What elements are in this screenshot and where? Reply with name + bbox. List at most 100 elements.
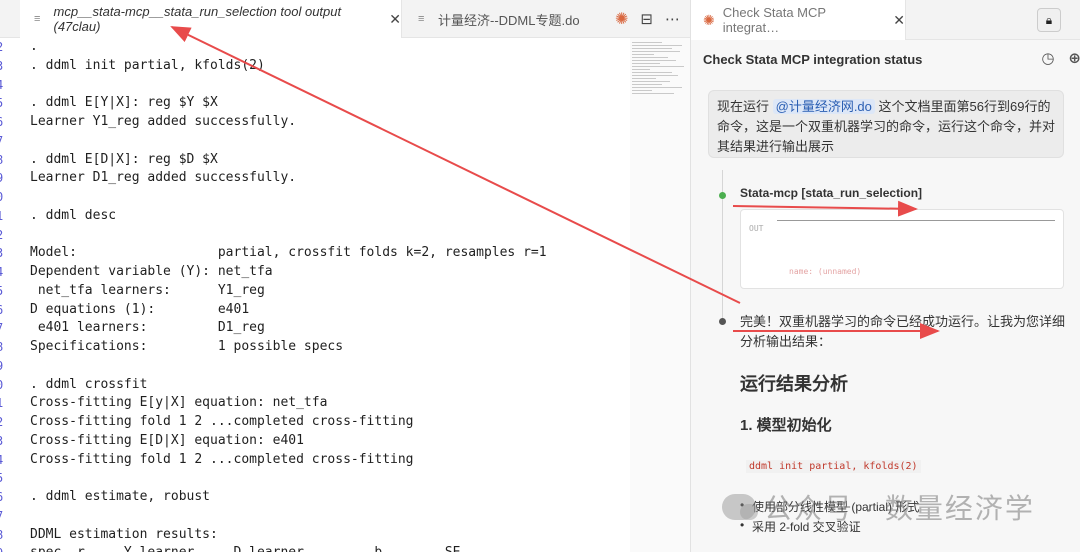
code-line: 5 . ddml E[Y|X]: reg $Y $X xyxy=(0,94,630,113)
line-number: 2 xyxy=(0,38,8,57)
file-lines-icon: ≡ xyxy=(418,13,425,25)
new-chat-icon[interactable]: ⊕ xyxy=(1068,49,1080,67)
code-line: 4 Cross-fitting fold 1 2 ...completed cro… xyxy=(0,451,630,470)
line-number: 6 xyxy=(0,301,8,320)
line-number: 3 xyxy=(0,57,8,76)
claude-spark-icon: ✺ xyxy=(703,11,715,28)
out-label: OUT xyxy=(749,224,764,233)
minimap-line xyxy=(632,54,654,55)
code-line: 3 . ddml init partial, kfolds(2) xyxy=(0,57,630,76)
tab-label: mcp__stata-mcp__stata_run_selection tool… xyxy=(53,4,342,34)
tab-do-file[interactable]: ≡ 计量经济--DDML专题.do xyxy=(404,0,594,38)
file-lines-icon: ≡ xyxy=(34,13,41,25)
line-number: 3 xyxy=(0,432,8,451)
line-text: DDML estimation results: xyxy=(30,526,218,542)
line-number: 2 xyxy=(0,413,8,432)
tab-tool-output[interactable]: ≡ mcp__stata-mcp__stata_run_selection to… xyxy=(20,0,402,38)
code-line: 6 . ddml estimate, robust xyxy=(0,488,630,507)
minimap-line xyxy=(632,57,668,58)
tool-output-box[interactable]: OUT name: (unnamed) xyxy=(740,209,1064,289)
minimap-line xyxy=(632,63,660,64)
minimap-line xyxy=(632,42,662,43)
code-line: 9 xyxy=(0,357,630,376)
user-message-text: 现在运行 xyxy=(717,99,773,114)
line-number: 7 xyxy=(0,319,8,338)
line-number: 2 xyxy=(0,226,8,245)
line-number: 0 xyxy=(0,376,8,395)
line-number: 8 xyxy=(0,526,8,545)
tab-label: 计量经济--DDML专题.do xyxy=(438,12,580,28)
line-text: . ddml init partial, kfolds(2) xyxy=(30,57,265,73)
code-line: 0 xyxy=(0,188,630,207)
line-text: Cross-fitting E[D|X] equation: e401 xyxy=(30,432,304,448)
lock-icon[interactable]: 🔒︎ xyxy=(1037,8,1061,32)
inline-code: ddml init partial, kfolds(2) xyxy=(746,460,921,473)
close-icon[interactable]: ✕ xyxy=(389,11,401,28)
line-text: . ddml estimate, robust xyxy=(30,489,211,504)
line-number: 8 xyxy=(0,151,8,170)
claude-spark-icon[interactable]: ✺ xyxy=(615,9,628,29)
faded-output-text: name: (unnamed) xyxy=(789,267,862,276)
section-heading: 运行结果分析 xyxy=(740,374,848,394)
code-line: 2. xyxy=(0,38,630,57)
tool-call-name[interactable]: Stata-mcp [stata_run_selection] xyxy=(740,186,922,200)
line-text: D equations (1): e401 xyxy=(30,301,250,317)
line-text: Specifications: 1 possible specs xyxy=(30,339,344,354)
chat-header-tools: ◷ ⊕ xyxy=(1041,49,1080,67)
minimap-line xyxy=(632,45,682,46)
file-mention[interactable]: @计量经济网.do xyxy=(772,99,875,114)
editor-tabbar: ≡ mcp__stata-mcp__stata_run_selection to… xyxy=(0,0,690,38)
line-number: 9 xyxy=(0,169,8,188)
code-line: 7 e401 learners: D1_reg xyxy=(0,319,630,338)
code-line: 8 Specifications: 1 possible specs xyxy=(0,338,630,357)
minimap-line xyxy=(632,48,672,49)
line-number: 4 xyxy=(0,263,8,282)
line-number: 5 xyxy=(0,94,8,113)
minimap[interactable] xyxy=(630,38,690,552)
split-editor-icon[interactable]: ⊟ xyxy=(640,10,653,28)
code-line: 4 Dependent variable (Y): net_tfa xyxy=(0,263,630,282)
line-text: Model: partial, crossfit folds k=2, resa… xyxy=(30,245,547,261)
history-icon[interactable]: ◷ xyxy=(1041,49,1054,67)
line-text: spec r Y learner D learner b SE xyxy=(30,544,460,552)
editor-tab-tools: ✺ ⊟ ⋯ xyxy=(615,0,680,38)
line-text: Learner Y1_reg added successfully. xyxy=(30,114,297,129)
line-text: . ddml crossfit xyxy=(30,376,148,392)
chat-tabbar: ✺ Check Stata MCP integrat… ✕ 🔒︎ xyxy=(691,0,1080,40)
status-dot-success xyxy=(719,192,726,199)
line-number: 7 xyxy=(0,507,8,526)
line-text: Learner D1_reg added successfully. xyxy=(30,170,297,186)
status-dot xyxy=(719,318,726,325)
line-number: 8 xyxy=(0,338,8,357)
line-number: 1 xyxy=(0,207,8,226)
more-actions-icon[interactable]: ⋯ xyxy=(665,10,680,28)
minimap-line xyxy=(632,72,672,73)
line-text: e401 learners: D1_reg xyxy=(30,320,265,336)
line-number: 5 xyxy=(0,469,8,488)
code-line: 1 . ddml desc xyxy=(0,207,630,226)
line-text: . xyxy=(30,39,38,54)
code-line: 2 xyxy=(0,226,630,245)
line-number: 9 xyxy=(0,357,8,376)
code-line: 1 Cross-fitting E[y|X] equation: net_tfa xyxy=(0,394,630,413)
code-line: 4 xyxy=(0,76,630,95)
code-line: 9 Learner D1_reg added successfully. xyxy=(0,169,630,188)
code-line: 3 Cross-fitting E[D|X] equation: e401 xyxy=(0,432,630,451)
line-text: . ddml desc xyxy=(30,207,117,223)
minimap-line xyxy=(632,60,676,61)
watermark: 公众号 · 数量经济学 xyxy=(722,487,1035,527)
code-line: 7 xyxy=(0,507,630,526)
minimap-line xyxy=(632,78,656,79)
tab-chat[interactable]: ✺ Check Stata MCP integrat… ✕ xyxy=(691,0,906,40)
code-output: 2.3. ddml init partial, kfolds(2)45. ddm… xyxy=(0,38,630,552)
minimap-line xyxy=(632,69,650,70)
code-line: 8 DDML estimation results: xyxy=(0,526,630,545)
wechat-icon xyxy=(722,494,758,520)
code-line: 7 xyxy=(0,132,630,151)
chat-title: Check Stata MCP integration status xyxy=(703,51,923,67)
code-line: 9 spec r Y learner D learner b SE xyxy=(0,544,630,552)
line-text: Cross-fitting fold 1 2 ...completed cros… xyxy=(30,414,414,429)
line-text: . ddml E[D|X]: reg $D $X xyxy=(30,151,218,167)
close-icon[interactable]: ✕ xyxy=(893,12,905,29)
minimap-line xyxy=(632,90,652,91)
